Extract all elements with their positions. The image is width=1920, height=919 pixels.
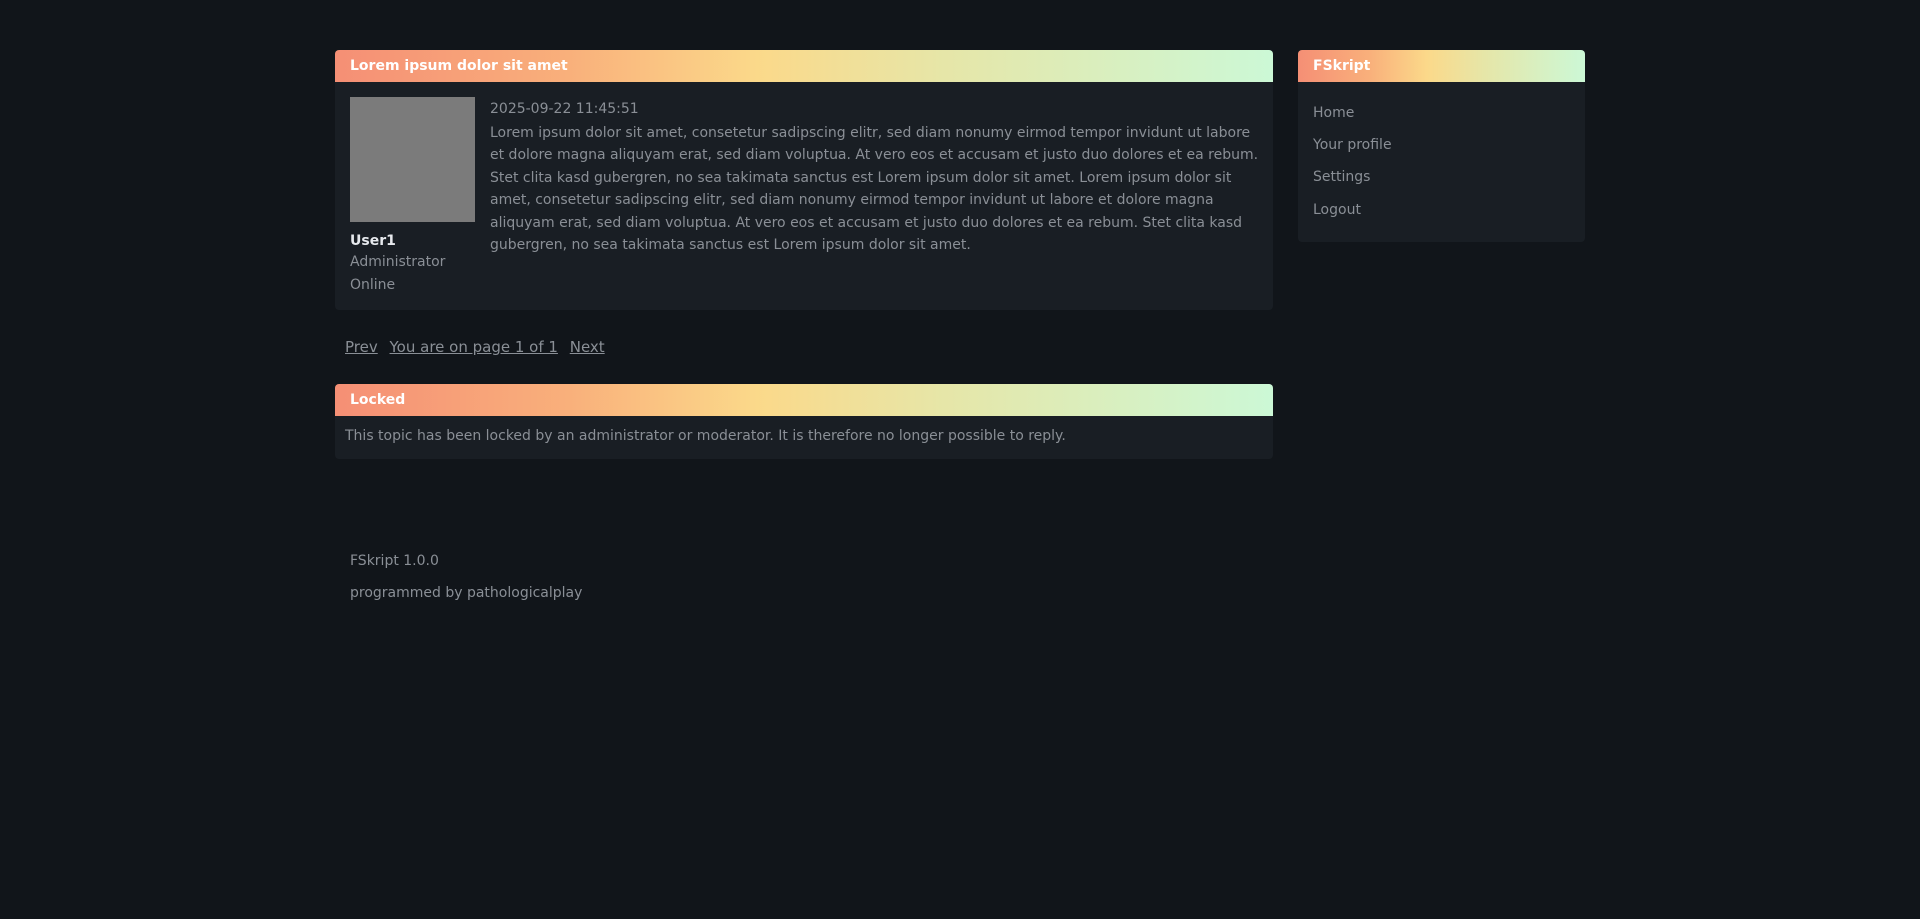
post-body: 2025-09-22 11:45:51 Lorem ipsum dolor si… [490,99,1260,256]
locked-title: Locked [335,384,1273,416]
nav-item-logout[interactable]: Logout [1313,199,1392,231]
locked-panel: Locked This topic has been locked by an … [335,384,1273,459]
next-link[interactable]: Next [570,338,605,356]
page: Lorem ipsum dolor sit amet User1 Adminis… [0,0,1920,919]
page-info-link[interactable]: You are on page 1 of 1 [390,338,558,356]
author-name[interactable]: User1 [350,231,480,251]
nav-item-settings[interactable]: Settings [1313,166,1392,198]
avatar[interactable] [350,97,475,222]
nav-item-home[interactable]: Home [1313,102,1392,134]
post-text: Lorem ipsum dolor sit amet, consetetur s… [490,125,1259,254]
author-role: Administrator [350,254,446,270]
nav-item-profile[interactable]: Your profile [1313,134,1392,166]
sidebar-title: FSkript [1298,50,1585,82]
post-title: Lorem ipsum dolor sit amet [335,50,1273,82]
footer: FSkript 1.0.0 programmed by pathological… [350,551,582,615]
footer-version: FSkript 1.0.0 [350,553,439,569]
sidebar-panel: FSkript Home Your profile Settings Logou… [1298,50,1585,242]
sidebar-nav: Home Your profile Settings Logout [1313,102,1392,231]
pagination: Prev You are on page 1 of 1 Next [345,337,612,357]
author-status: Online [350,276,396,293]
locked-message: This topic has been locked by an adminis… [345,428,1066,444]
prev-link[interactable]: Prev [345,338,378,356]
post-author: User1 Administrator Online [350,97,480,296]
footer-credit: programmed by pathologicalplay [350,585,583,602]
post-date: 2025-09-22 11:45:51 [490,101,639,117]
post-panel: Lorem ipsum dolor sit amet User1 Adminis… [335,50,1273,310]
